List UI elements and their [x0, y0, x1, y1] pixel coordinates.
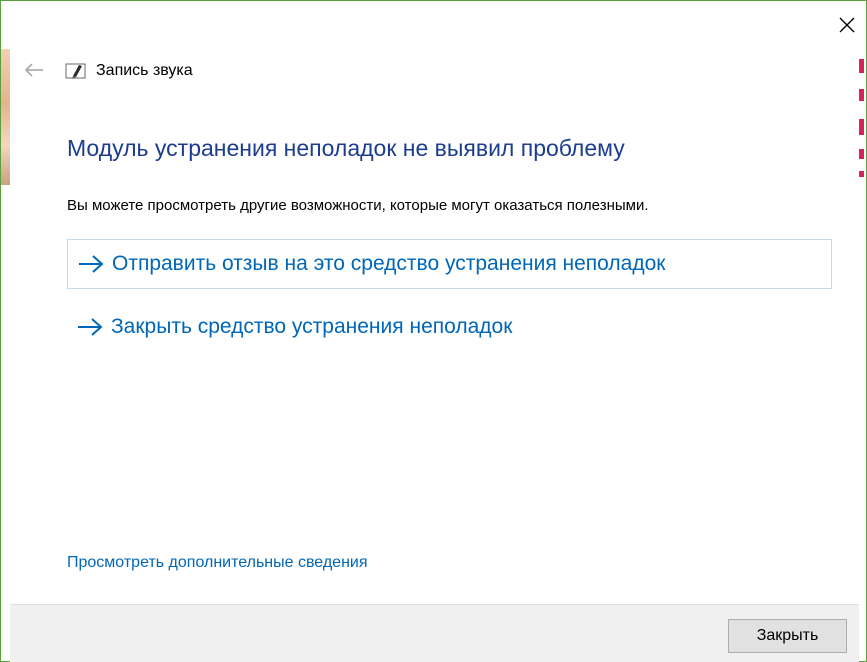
close-icon[interactable] — [830, 10, 864, 40]
close-button[interactable]: Закрыть — [728, 619, 847, 653]
arrow-right-icon — [78, 254, 104, 274]
arrow-right-icon — [77, 317, 103, 337]
more-info-link[interactable]: Просмотреть дополнительные сведения — [67, 554, 368, 572]
description-text: Вы можете просмотреть другие возможности… — [67, 197, 649, 214]
close-troubleshooter-label: Закрыть средство устранения неполадок — [111, 315, 513, 338]
back-arrow-icon[interactable] — [22, 58, 46, 82]
send-feedback-link[interactable]: Отправить отзыв на это средство устранен… — [67, 239, 832, 289]
dialog-content: Запись звука Модуль устранения неполадок… — [10, 2, 859, 604]
dialog-footer: Закрыть — [10, 604, 859, 662]
window-title: Запись звука — [96, 62, 193, 79]
sound-recorder-icon — [65, 61, 87, 81]
page-title: Модуль устранения неполадок не выявил пр… — [67, 135, 625, 161]
troubleshooter-window: Запись звука Модуль устранения неполадок… — [0, 0, 867, 662]
close-troubleshooter-link[interactable]: Закрыть средство устранения неполадок — [67, 302, 832, 352]
background-wallpaper-left — [1, 49, 10, 185]
send-feedback-label: Отправить отзыв на это средство устранен… — [112, 252, 666, 275]
